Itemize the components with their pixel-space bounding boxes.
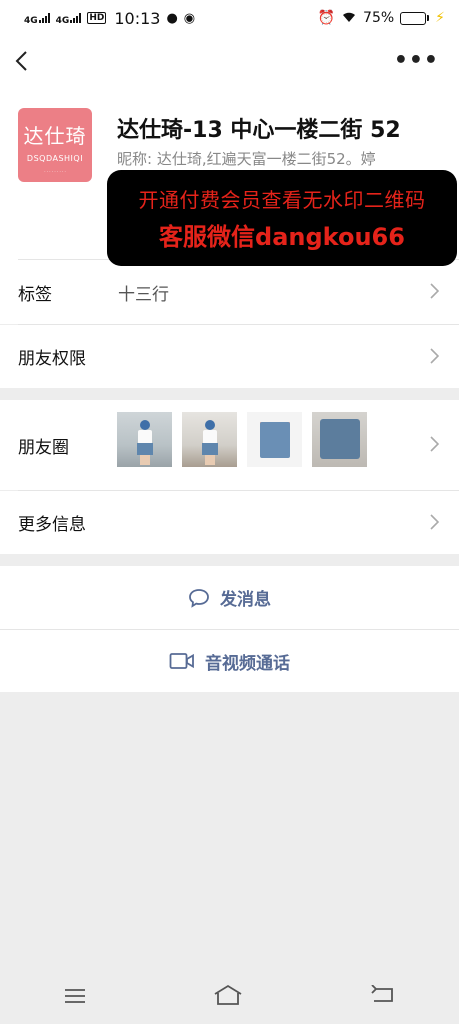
moment-photo [182, 412, 237, 467]
watermark-line1: 开通付费会员查看无水印二维码 [138, 188, 426, 212]
wechat-notification-icon: ● [166, 10, 178, 26]
moments-row[interactable]: 朋友圈 [0, 400, 459, 490]
back-nav-icon[interactable] [370, 984, 396, 1011]
av-call-button[interactable]: 音视频通话 [0, 630, 459, 692]
chevron-right-icon [430, 280, 440, 304]
chevron-right-icon [430, 511, 440, 535]
menu-icon[interactable] [63, 986, 87, 1011]
watermark-line2: 客服微信dangkou66 [159, 223, 405, 251]
contact-name: 达仕琦-13 中心一楼二街 52 [117, 118, 401, 143]
contact-nickname: 昵称: 达仕琦,红遍天富一楼二街52。婷 [117, 150, 376, 168]
charging-icon: ⚡ [435, 10, 445, 26]
battery-percent: 75% [363, 10, 395, 26]
av-call-label: 音视频通话 [205, 653, 290, 674]
more-info-label: 更多信息 [18, 515, 86, 535]
watermark-banner: 开通付费会员查看无水印二维码 客服微信dangkou66 [107, 170, 457, 266]
status-left: 4G 4G HD 10:13 ● ◉ [24, 9, 195, 28]
hd-voice-icon: HD [87, 12, 107, 24]
signal-sim1-icon: 4G [24, 9, 50, 27]
tags-row[interactable]: 标签 十三行 [0, 260, 459, 324]
video-camera-icon [169, 652, 195, 670]
home-icon[interactable] [213, 984, 243, 1012]
system-navigation-bar [0, 972, 459, 1024]
wifi-icon [341, 9, 357, 27]
moments-label: 朋友圈 [18, 437, 69, 458]
more-icon[interactable]: ••• [394, 48, 439, 73]
tags-label: 标签 [18, 284, 52, 305]
signal-sim2-icon: 4G [56, 9, 82, 27]
status-right: ⏰ 75% ⚡ [318, 9, 445, 27]
more-info-row[interactable]: 更多信息 [0, 491, 459, 554]
chat-bubble-icon [188, 588, 210, 608]
friend-permission-row[interactable]: 朋友权限 [0, 325, 459, 388]
battery-icon [400, 11, 430, 25]
moment-photo [312, 412, 367, 467]
friend-permission-label: 朋友权限 [18, 349, 86, 369]
status-bar: 4G 4G HD 10:13 ● ◉ ⏰ 75% ⚡ [0, 0, 459, 36]
status-time: 10:13 [114, 8, 161, 28]
chevron-right-icon [430, 345, 440, 369]
back-icon[interactable] [14, 50, 28, 77]
app-notification-icon: ◉ [183, 10, 196, 26]
moments-thumbnails [117, 412, 367, 467]
tags-value: 十三行 [118, 284, 169, 305]
moment-photo [117, 412, 172, 467]
alarm-icon: ⏰ [317, 10, 336, 26]
send-message-button[interactable]: 发消息 [0, 566, 459, 629]
moment-photo [247, 412, 302, 467]
chevron-right-icon [430, 433, 440, 457]
send-message-label: 发消息 [220, 590, 271, 610]
avatar[interactable]: 达仕琦 DSQDASHIQI · · · · · · · · · [18, 108, 92, 182]
